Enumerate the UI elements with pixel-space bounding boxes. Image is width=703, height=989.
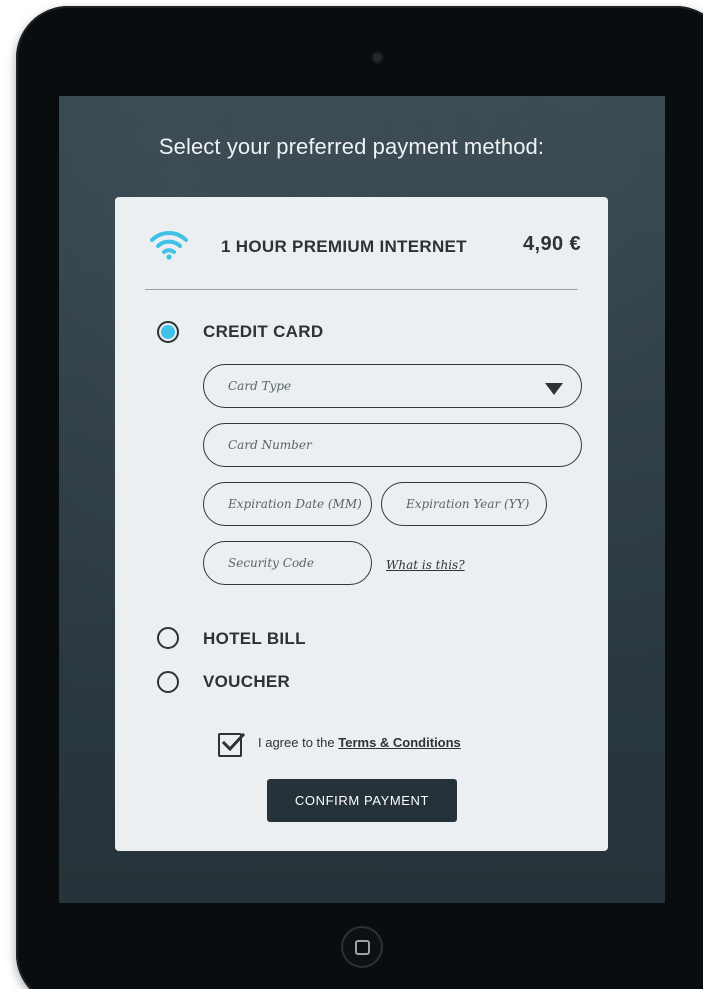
terms-checkbox[interactable] bbox=[218, 732, 245, 757]
security-code-field[interactable] bbox=[203, 541, 372, 585]
terms-prefix: I agree to the bbox=[258, 735, 335, 750]
expiration-month-field[interactable] bbox=[203, 482, 372, 526]
camera-icon bbox=[373, 53, 382, 62]
checkmark-icon bbox=[221, 732, 245, 752]
product-name: 1 HOUR PREMIUM INTERNET bbox=[221, 237, 467, 256]
expiration-year-field[interactable] bbox=[381, 482, 547, 526]
stage: Select your preferred payment method: 1 … bbox=[0, 0, 703, 989]
divider bbox=[145, 289, 578, 290]
caret-down-icon bbox=[545, 383, 563, 395]
terms-text: I agree to the Terms & Conditions bbox=[258, 735, 461, 750]
credit-card-radio[interactable] bbox=[157, 321, 179, 343]
product-price: 4,90 € bbox=[522, 233, 581, 255]
voucher-radio[interactable] bbox=[157, 671, 179, 693]
hotel-bill-label: HOTEL BILL bbox=[203, 629, 306, 648]
what-is-this-link[interactable]: What is this? bbox=[386, 558, 465, 572]
credit-card-label: CREDIT CARD bbox=[203, 322, 324, 341]
hotel-bill-radio[interactable] bbox=[157, 627, 179, 649]
page-title: Select your preferred payment method: bbox=[158, 134, 545, 159]
card-number-field[interactable] bbox=[203, 423, 582, 467]
wifi-icon bbox=[150, 230, 188, 260]
voucher-label: VOUCHER bbox=[203, 672, 291, 691]
home-button[interactable] bbox=[341, 926, 383, 968]
payment-panel: 1 HOUR PREMIUM INTERNET 4,90 € CREDIT CA… bbox=[115, 197, 608, 851]
product-row: 1 HOUR PREMIUM INTERNET 4,90 € bbox=[115, 197, 608, 292]
terms-link[interactable]: Terms & Conditions bbox=[338, 735, 461, 750]
card-type-select[interactable] bbox=[203, 364, 582, 408]
confirm-payment-button[interactable]: CONFIRM PAYMENT bbox=[267, 779, 457, 822]
